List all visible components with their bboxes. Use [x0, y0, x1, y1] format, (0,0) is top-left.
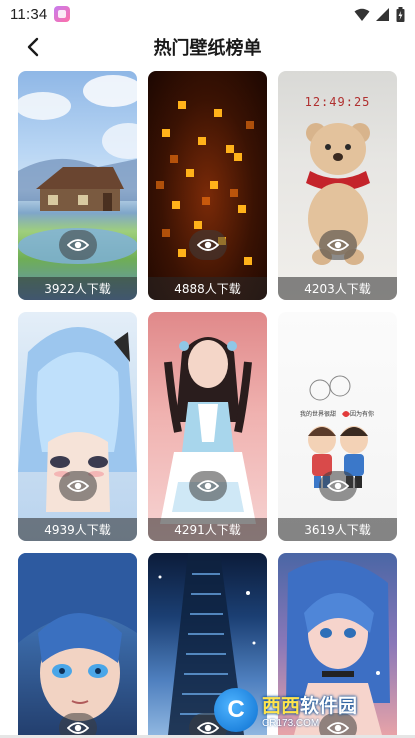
watermark-name-cn: 西西	[262, 695, 301, 717]
download-count-bar: 4888人下载	[148, 277, 267, 300]
status-bar: 11:34	[0, 0, 415, 28]
download-count: 3619人下载	[304, 523, 371, 537]
wallpaper-card[interactable]: 我的世界很甜 因为有你 3619人下载	[278, 312, 397, 541]
download-count-bar: 4291人下载	[148, 518, 267, 541]
eye-icon	[67, 722, 89, 734]
eye-icon	[67, 239, 89, 251]
status-icons	[354, 6, 405, 22]
wallpaper-card[interactable]: 4939人下载	[18, 312, 137, 541]
wallpaper-card[interactable]: 4291人下载	[148, 312, 267, 541]
eye-icon	[327, 480, 349, 492]
wallpaper-image	[148, 71, 267, 300]
chevron-left-icon	[27, 37, 39, 57]
download-count: 3922人下载	[44, 282, 111, 296]
battery-icon	[396, 6, 405, 22]
download-count: 4291人下载	[174, 523, 241, 537]
watermark-logo: C	[214, 688, 258, 732]
watermark-name: 西西软件园	[262, 691, 357, 718]
preview-button[interactable]	[59, 713, 97, 735]
watermark-url: CR173.COM	[262, 718, 320, 729]
download-count-bar: 3922人下载	[18, 277, 137, 300]
preview-button[interactable]	[189, 230, 227, 260]
signal-icon	[376, 7, 389, 21]
download-count-bar: 4939人下载	[18, 518, 137, 541]
watermark-name-suffix: 软件园	[300, 695, 358, 717]
preview-button[interactable]	[189, 471, 227, 501]
app-header: 热门壁纸榜单	[0, 30, 415, 64]
wallpaper-caption-right: 因为有你	[350, 411, 375, 418]
watermark-text: 西西软件园 CR173.COM	[262, 691, 357, 729]
page-title: 热门壁纸榜单	[153, 38, 262, 59]
eye-icon	[67, 480, 89, 492]
wallpaper-card[interactable]: 12:49:25 4203人下载	[278, 71, 397, 300]
wifi-icon	[354, 8, 370, 21]
wallpaper-image: 我的世界很甜 因为有你	[278, 312, 397, 541]
eye-icon	[197, 480, 219, 492]
wallpaper-image	[18, 553, 137, 735]
download-count: 4203人下载	[304, 282, 371, 296]
app-notification-icon	[54, 6, 71, 22]
wallpaper-grid: 3922人下载 4888人下载 12:49:25 4203人下载 4939人下载…	[18, 71, 398, 735]
download-count-bar: 4203人下载	[278, 277, 397, 300]
wallpaper-card[interactable]	[18, 553, 137, 735]
preview-button[interactable]	[59, 471, 97, 501]
status-time: 11:34	[10, 5, 48, 23]
preview-button[interactable]	[319, 230, 357, 260]
download-count: 4939人下载	[44, 523, 111, 537]
download-count: 4888人下载	[174, 282, 241, 296]
wallpaper-image: 12:49:25	[278, 71, 397, 300]
wallpaper-caption-left: 我的世界很甜	[300, 411, 337, 418]
site-watermark: C 西西软件园 CR173.COM	[214, 688, 400, 732]
preview-button[interactable]	[319, 471, 357, 501]
wallpaper-image	[18, 312, 137, 541]
back-button[interactable]	[20, 34, 46, 60]
download-count-bar: 3619人下载	[278, 518, 397, 541]
eye-icon	[327, 239, 349, 251]
eye-icon	[197, 239, 219, 251]
preview-button[interactable]	[59, 230, 97, 260]
wallpaper-image	[18, 71, 137, 300]
wallpaper-image	[148, 312, 267, 541]
wallpaper-card[interactable]: 4888人下载	[148, 71, 267, 300]
wallpaper-card[interactable]: 3922人下载	[18, 71, 137, 300]
